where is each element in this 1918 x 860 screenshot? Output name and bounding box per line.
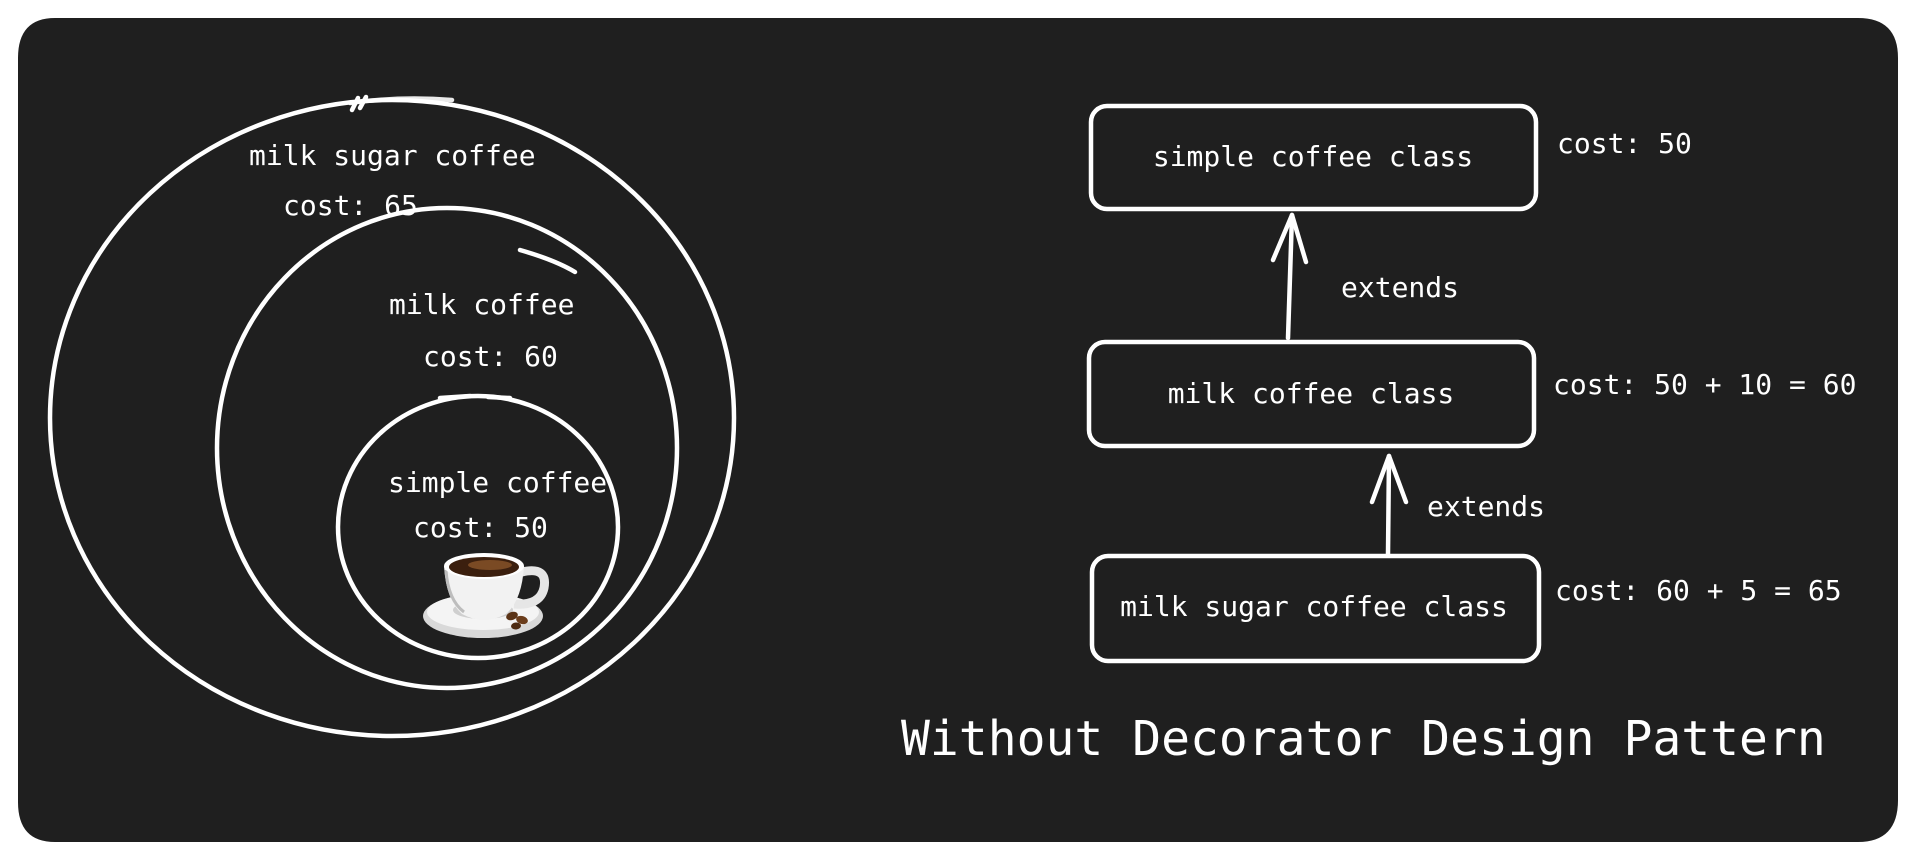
class-box-label: milk coffee class <box>1168 377 1455 410</box>
middle-circle-cost: cost: 60 <box>423 340 558 373</box>
class-cost-label: cost: 50 <box>1557 127 1692 160</box>
class-cost-label: cost: 60 + 5 = 65 <box>1555 574 1842 607</box>
class-cost-label: cost: 50 + 10 = 60 <box>1553 368 1856 401</box>
class-box-label: milk sugar coffee class <box>1120 590 1508 623</box>
decorator-diagram: milk sugar coffee cost: 65 milk coffee c… <box>18 18 1898 842</box>
extends-label: extends <box>1341 271 1459 304</box>
inner-circle-name: simple coffee <box>388 466 607 499</box>
inner-circle-cost: cost: 50 <box>413 511 548 544</box>
extends-label: extends <box>1427 490 1545 523</box>
outer-circle-cost: cost: 65 <box>283 189 418 222</box>
diagram-title: Without Decorator Design Pattern <box>901 711 1826 767</box>
class-box-label: simple coffee class <box>1153 140 1473 173</box>
outer-circle-name: milk sugar coffee <box>249 139 536 172</box>
middle-circle-name: milk coffee <box>389 288 574 321</box>
